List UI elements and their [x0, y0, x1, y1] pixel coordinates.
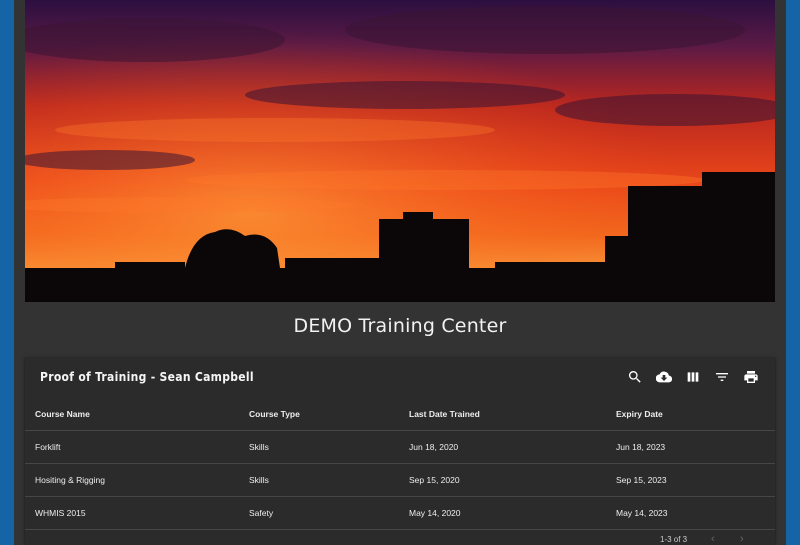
cell-last-trained: Jun 18, 2020: [399, 430, 606, 464]
column-header[interactable]: Course Type: [239, 397, 399, 431]
cell-last-trained: May 14, 2020: [399, 496, 606, 530]
cell-course-name: Forklift: [25, 430, 239, 464]
table-row[interactable]: WHMIS 2015 Safety May 14, 2020 May 14, 2…: [25, 496, 775, 530]
sunset-skyline-image: [25, 0, 775, 302]
page-title: DEMO Training Center: [293, 315, 507, 337]
columns-icon: [687, 372, 699, 382]
training-table: Course Name Course Type Last Date Traine…: [25, 397, 775, 530]
print-icon: [744, 371, 758, 383]
search-button[interactable]: [625, 367, 645, 387]
cell-last-trained: Sep 15, 2020: [399, 463, 606, 497]
cell-expiry-date: Jun 18, 2023: [606, 430, 775, 464]
card-title: Proof of Training - Sean Campbell: [40, 370, 254, 384]
pagination: 1-3 of 3 ‹ ›: [25, 527, 775, 545]
cell-expiry-date: Sep 15, 2023: [606, 463, 775, 497]
training-card: Proof of Training - Sean Campbell Course…: [25, 357, 775, 545]
column-header[interactable]: Last Date Trained: [399, 397, 606, 431]
table-row[interactable]: Hositing & Rigging Skills Sep 15, 2020 S…: [25, 463, 775, 497]
column-header[interactable]: Expiry Date: [606, 397, 775, 431]
columns-button[interactable]: [683, 367, 703, 387]
download-icon: [656, 371, 672, 383]
search-icon: [628, 371, 641, 383]
print-button[interactable]: [741, 367, 761, 387]
prev-page-button[interactable]: ‹: [711, 533, 723, 545]
cell-course-name: WHMIS 2015: [25, 496, 239, 530]
pagination-info: 1-3 of 3: [660, 535, 688, 544]
cell-expiry-date: May 14, 2023: [606, 496, 775, 530]
cell-course-name: Hositing & Rigging: [25, 463, 239, 497]
next-page-button[interactable]: ›: [740, 533, 752, 545]
filter-icon: [716, 373, 728, 381]
hero-banner-image: [25, 0, 775, 302]
cell-course-type: Safety: [239, 496, 399, 530]
table-toolbar: [625, 367, 761, 387]
cell-course-type: Skills: [239, 430, 399, 464]
card-header: Proof of Training - Sean Campbell: [25, 357, 775, 397]
cell-course-type: Skills: [239, 463, 399, 497]
table-row[interactable]: Forklift Skills Jun 18, 2020 Jun 18, 202…: [25, 430, 775, 464]
column-header[interactable]: Course Name: [25, 397, 239, 431]
download-button[interactable]: [654, 367, 674, 387]
filter-button[interactable]: [712, 367, 732, 387]
table-header-row: Course Name Course Type Last Date Traine…: [25, 397, 775, 431]
